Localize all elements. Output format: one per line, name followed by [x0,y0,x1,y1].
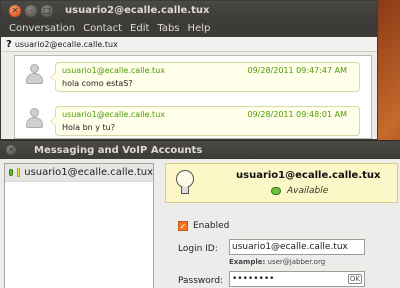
lightbulb-icon [176,170,194,196]
status-text: Available [287,186,329,196]
message-text: Hola bn y tu? [62,123,115,132]
contact-bar: ? usuario2@ecalle.calle.tux [1,37,377,52]
login-id-value: usuario1@ecalle.calle.tux [232,242,348,252]
chat-titlebar[interactable]: ✕ – □ usuario2@ecalle.calle.tux [1,1,377,20]
message-item: usuario1@ecalle.calle.tux 09/28/2011 09:… [25,106,365,138]
login-example: Example: user@jabber.org [229,258,325,266]
accounts-list: usuario1@ecalle.calle.tux [4,163,154,288]
account-list-label: usuario1@ecalle.calle.tux [24,167,153,178]
maximize-icon[interactable]: □ [41,4,53,17]
menu-tabs[interactable]: Tabs [153,23,183,34]
message-timestamp: 09/28/2011 09:47:47 AM [247,66,348,75]
account-detail-panel: usuario1@ecalle.calle.tux Available ✓ En… [165,163,398,288]
password-label: Password: [178,276,224,286]
accounts-title: Messaging and VoIP Accounts [34,144,203,156]
enabled-checkbox[interactable]: ✓ [178,221,188,231]
bulb-icon [17,168,21,177]
login-id-input[interactable]: usuario1@ecalle.calle.tux [229,239,365,255]
status-row[interactable]: Available [271,186,328,196]
example-value: user@jabber.org [267,258,326,266]
accounts-titlebar[interactable]: ✕ Messaging and VoIP Accounts [0,141,400,159]
close-icon[interactable]: ✕ [6,145,16,155]
account-header: usuario1@ecalle.calle.tux Available [165,163,398,203]
password-input[interactable]: •••••••• OK [229,271,365,287]
available-status-icon [271,187,281,195]
avatar-icon [25,64,43,88]
example-prefix: Example: [229,258,266,266]
enabled-checkbox-row[interactable]: ✓ Enabled [178,221,229,231]
menu-conversation[interactable]: Conversation [5,23,79,34]
login-id-label: Login ID: [178,244,218,254]
contact-name[interactable]: usuario2@ecalle.calle.tux [15,40,118,49]
menu-contact[interactable]: Contact [79,23,126,34]
unknown-status-icon: ? [6,38,12,50]
window-controls: ✕ – □ [9,4,53,17]
password-value: •••••••• [232,274,275,284]
message-sender: usuario1@ecalle.calle.tux [62,110,165,119]
close-icon[interactable]: ✕ [9,4,21,17]
window-title: usuario2@ecalle.calle.tux [65,5,210,16]
account-list-item[interactable]: usuario1@ecalle.calle.tux [5,164,153,182]
message-bubble: usuario1@ecalle.calle.tux 09/28/2011 09:… [50,62,360,92]
menubar: Conversation Contact Edit Tabs Help [1,20,377,37]
message-sender: usuario1@ecalle.calle.tux [62,66,165,75]
message-text: hola como estaS? [62,79,133,88]
enabled-label: Enabled [193,221,230,231]
accounts-window: ✕ Messaging and VoIP Accounts usuario1@e… [0,140,400,288]
message-item: usuario1@ecalle.calle.tux 09/28/2011 09:… [25,62,365,94]
message-timestamp: 09/28/2011 09:48:01 AM [247,110,348,119]
clear-field-icon[interactable]: OK [347,274,362,284]
chat-log[interactable]: usuario1@ecalle.calle.tux 09/28/2011 09:… [14,55,372,139]
menu-edit[interactable]: Edit [126,23,153,34]
account-id: usuario1@ecalle.calle.tux [236,170,381,181]
available-status-icon [9,169,14,176]
message-bubble: usuario1@ecalle.calle.tux 09/28/2011 09:… [50,106,360,136]
avatar-icon [25,108,43,132]
menu-help[interactable]: Help [184,23,215,34]
minimize-icon[interactable]: – [25,4,37,17]
